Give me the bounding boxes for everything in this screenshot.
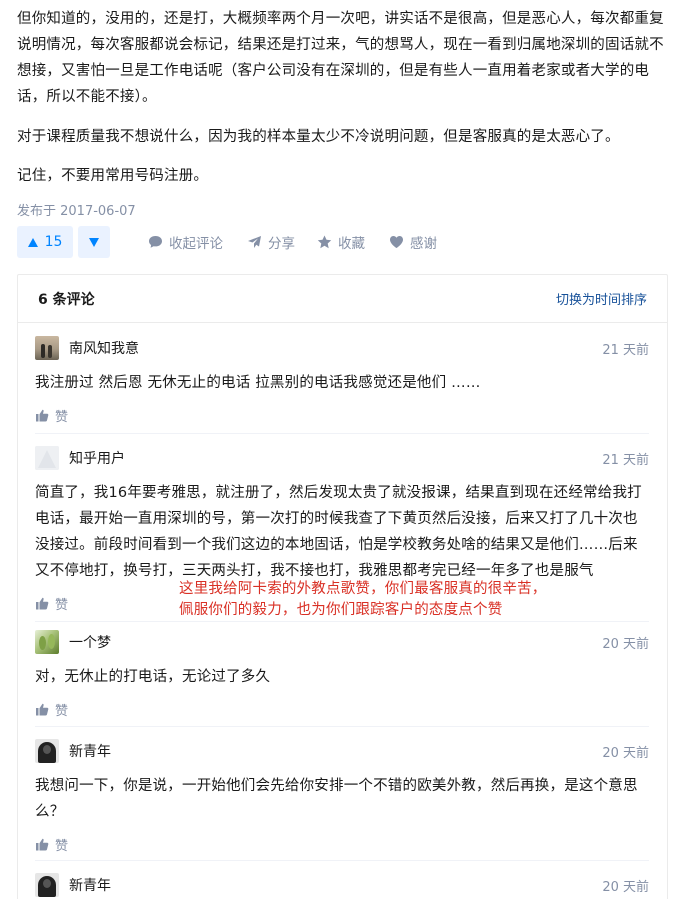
- thumbs-up-icon: [36, 838, 49, 850]
- article-paragraph: 对于课程质量我不想说什么，因为我的样本量太少不冷说明问题，但是客服真的是太恶心了…: [17, 129, 620, 145]
- comment-author[interactable]: 南风知我意: [69, 338, 139, 358]
- comment-time: 20 天前: [602, 745, 649, 761]
- like-button[interactable]: 赞: [35, 835, 649, 854]
- comment-time: 20 天前: [602, 636, 649, 652]
- default-avatar-icon: [35, 446, 59, 470]
- collapse-comments-label: 收起评论: [169, 236, 223, 252]
- triangle-down-icon: [89, 237, 99, 247]
- comments-header: 6 条评论 切换为时间排序: [18, 275, 667, 323]
- like-label: 赞: [55, 409, 69, 425]
- star-icon: [317, 235, 332, 249]
- comment-item: 新青年 20 天前: [18, 873, 667, 897]
- like-label: 赞: [55, 838, 69, 854]
- avatar[interactable]: [35, 336, 59, 360]
- thanks-label: 感谢: [410, 236, 437, 252]
- like-button[interactable]: 赞: [35, 700, 649, 719]
- comment-icon: [149, 236, 162, 248]
- comment-time: 21 天前: [602, 342, 649, 358]
- comment-divider: [35, 433, 649, 434]
- publish-date: 发布于 2017-06-07: [17, 204, 136, 219]
- thanks-button[interactable]: 感谢: [389, 232, 437, 252]
- comment-text: 我注册过 然后恩 无休无止的电话 拉黑别的电话我感觉还是他们 ……: [35, 375, 481, 391]
- share-label: 分享: [268, 236, 295, 252]
- avatar[interactable]: [35, 446, 59, 470]
- downvote-button[interactable]: [78, 226, 110, 258]
- action-bar: 15 收起评论 分享 收藏 感谢: [17, 225, 437, 259]
- like-label: 赞: [55, 597, 69, 613]
- article-paragraph: 记住，不要用常用号码注册。: [17, 168, 209, 184]
- avatar[interactable]: [35, 630, 59, 654]
- comment-author[interactable]: 知乎用户: [69, 448, 125, 468]
- comment-author[interactable]: 新青年: [69, 875, 111, 895]
- avatar[interactable]: [35, 873, 59, 897]
- annotation-line: 佩服你们的毅力，也为你们跟踪客户的态度点个赞: [179, 602, 503, 618]
- comment-item: 新青年 20 天前 我想问一下，你是说，一开始他们会先给你安排一个不错的欧美外教…: [18, 739, 667, 854]
- comment-time: 20 天前: [602, 879, 649, 895]
- annotation-line: 这里我给阿卡索的外教点歌赞，你们最客服真的很辛苦，: [179, 581, 547, 597]
- red-annotation-text: 这里我给阿卡索的外教点歌赞，你们最客服真的很辛苦， 佩服你们的毅力，也为你们跟踪…: [179, 579, 547, 621]
- favorite-label: 收藏: [338, 236, 365, 252]
- article-body: 但你知道的，没用的，还是打，大概频率两个月一次吧，讲实话不是很高，但是恶心人，每…: [17, 0, 667, 219]
- like-button[interactable]: 赞: [35, 406, 649, 425]
- sort-toggle-link[interactable]: 切换为时间排序: [556, 289, 647, 308]
- comment-author[interactable]: 新青年: [69, 741, 111, 761]
- comment-item: 一个梦 20 天前 对，无休止的打电话，无论过了多久 赞: [18, 630, 667, 719]
- favorite-button[interactable]: 收藏: [317, 232, 365, 252]
- upvote-button[interactable]: 15: [17, 226, 73, 258]
- triangle-up-icon: [27, 237, 38, 247]
- comment-text: 我想问一下，你是说，一开始他们会先给你安排一个不错的欧美外教，然后再换，是这个意…: [35, 778, 638, 820]
- article-paragraph: 但你知道的，没用的，还是打，大概频率两个月一次吧，讲实话不是很高，但是恶心人，每…: [17, 11, 664, 105]
- heart-icon: [390, 236, 403, 248]
- thumbs-up-icon: [36, 597, 49, 609]
- avatar[interactable]: [35, 739, 59, 763]
- collapse-comments-button[interactable]: 收起评论: [148, 232, 223, 252]
- like-label: 赞: [55, 703, 69, 719]
- share-button[interactable]: 分享: [247, 232, 295, 252]
- paper-plane-icon: [248, 236, 261, 248]
- comment-text: 简直了，我16年要考雅思，就注册了，然后发现太贵了就没报课，结果直到现在还经常给…: [35, 485, 642, 579]
- comment-count: 6 条评论: [38, 291, 95, 308]
- comment-divider: [35, 726, 649, 727]
- comment-item: 南风知我意 21 天前 我注册过 然后恩 无休无止的电话 拉黑别的电话我感觉还是…: [18, 336, 667, 425]
- comment-divider: [35, 621, 649, 622]
- comment-time: 21 天前: [602, 452, 649, 468]
- comment-text: 对，无休止的打电话，无论过了多久: [35, 669, 271, 685]
- thumbs-up-icon: [36, 703, 49, 715]
- upvote-count: 15: [44, 234, 63, 250]
- comment-divider: [35, 860, 649, 861]
- comment-author[interactable]: 一个梦: [69, 632, 111, 652]
- thumbs-up-icon: [36, 409, 49, 421]
